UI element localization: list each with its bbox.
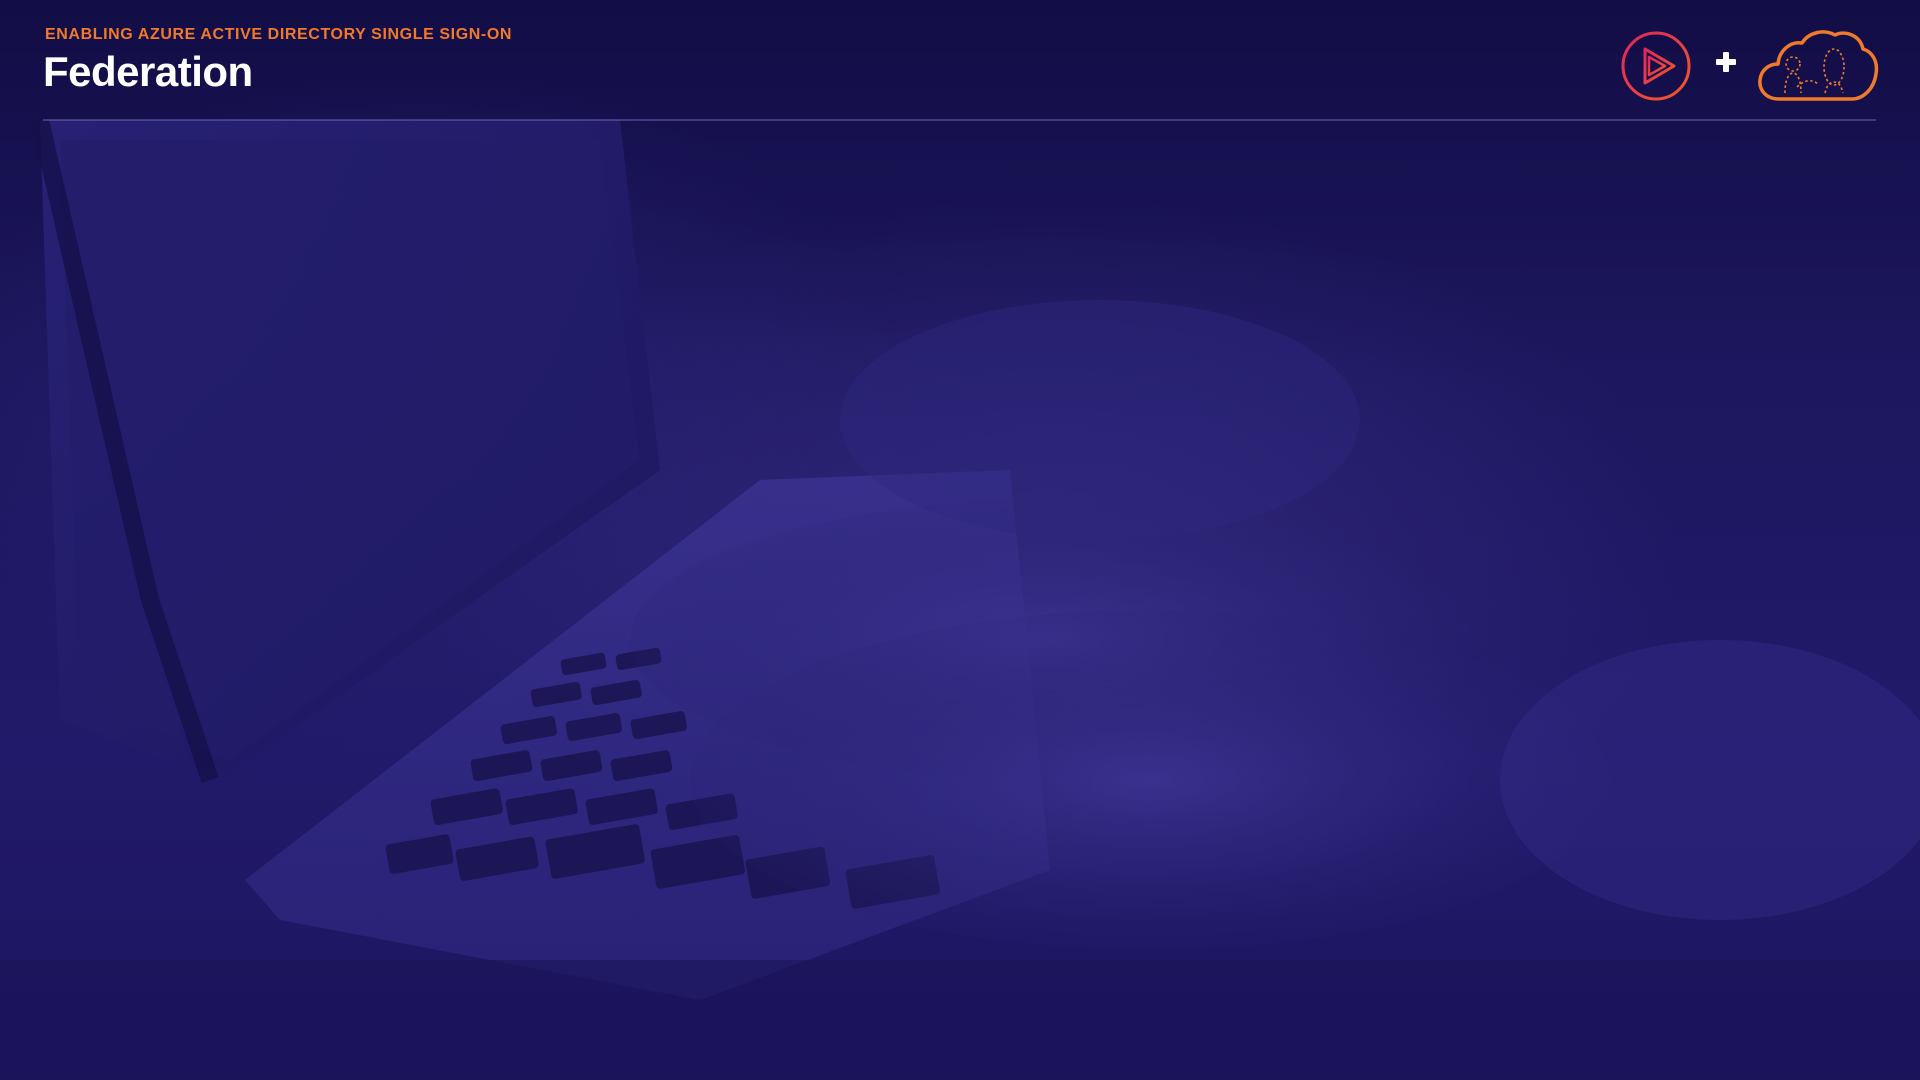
- slide-header: ENABLING AZURE ACTIVE DIRECTORY SINGLE S…: [0, 0, 1920, 122]
- slide-title: Federation: [43, 48, 253, 95]
- cloud-people-icon: [1758, 30, 1879, 101]
- plus-icon: [1716, 52, 1736, 72]
- slide: ENABLING AZURE ACTIVE DIRECTORY SINGLE S…: [0, 0, 1920, 1080]
- header-divider: [43, 119, 1876, 121]
- section-eyebrow: ENABLING AZURE ACTIVE DIRECTORY SINGLE S…: [45, 26, 513, 43]
- pluralsight-play-icon: [1621, 31, 1691, 101]
- background-photo: [0, 117, 1920, 1080]
